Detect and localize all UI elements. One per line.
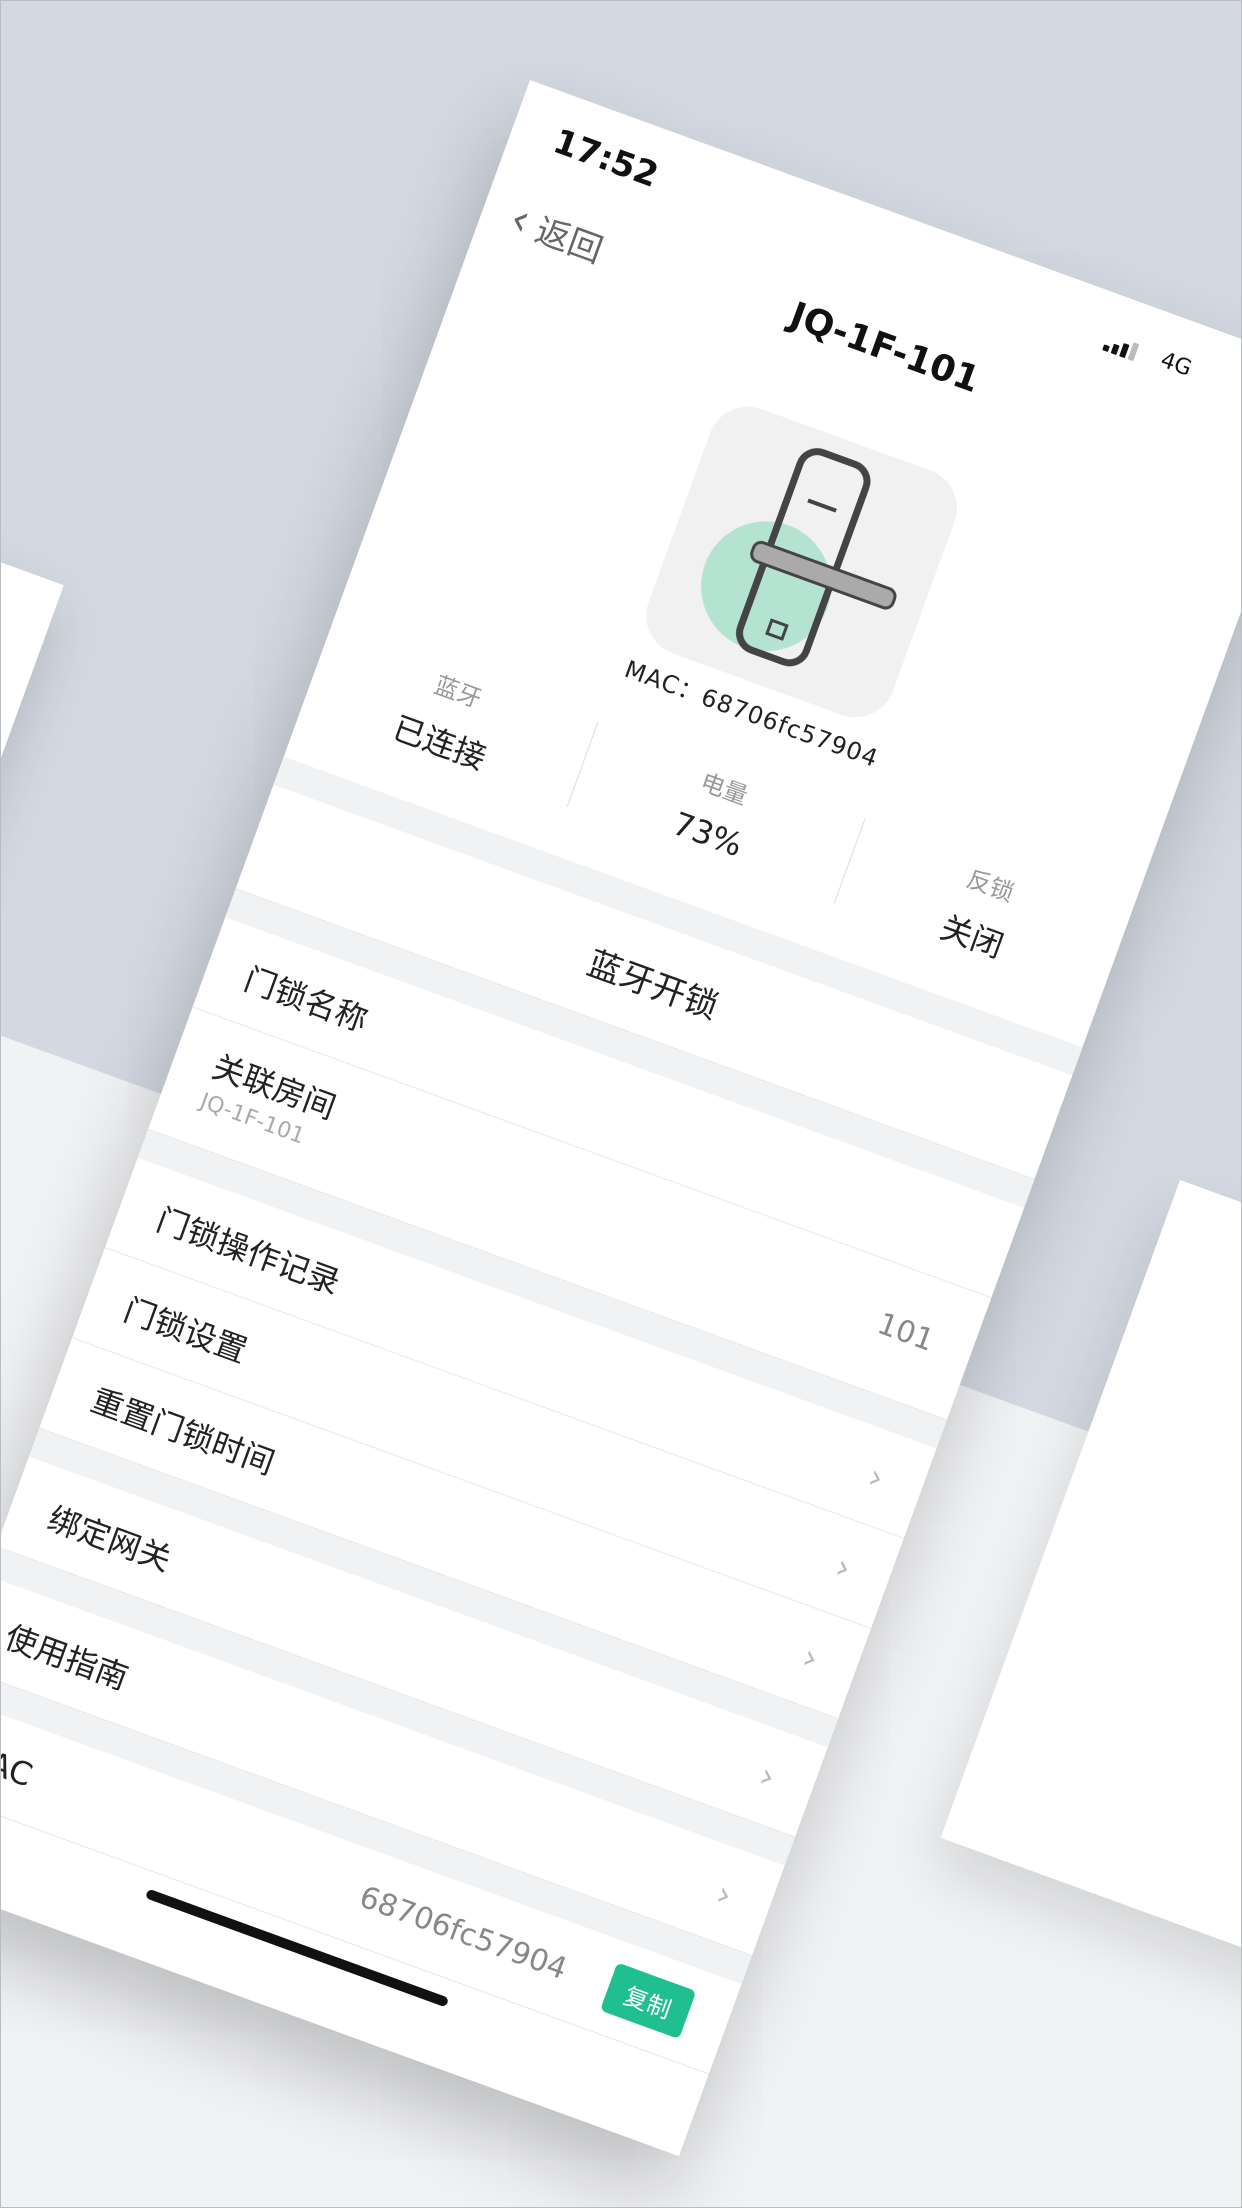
chevron-right-icon: › [862,1456,890,1499]
status-time: 17:52 [548,121,664,196]
chevron-right-icon: › [754,1754,781,1798]
row-label: 绑定网关 [43,1498,177,1579]
row-label: MAC [0,1733,38,1795]
copy-button[interactable]: 复制 [600,1962,697,2040]
row-label: 使用指南 [0,1617,134,1697]
chevron-right-icon: › [797,1636,824,1679]
network-label: 4G [1157,347,1195,382]
chevron-right-icon: › [711,1873,738,1916]
row-label: 门锁名称 [239,959,373,1040]
signal-icon [1102,331,1146,363]
chevron-right-icon: › [830,1546,857,1589]
row-label: 门锁设置 [119,1290,253,1370]
room-number: 101 [872,1306,939,1359]
